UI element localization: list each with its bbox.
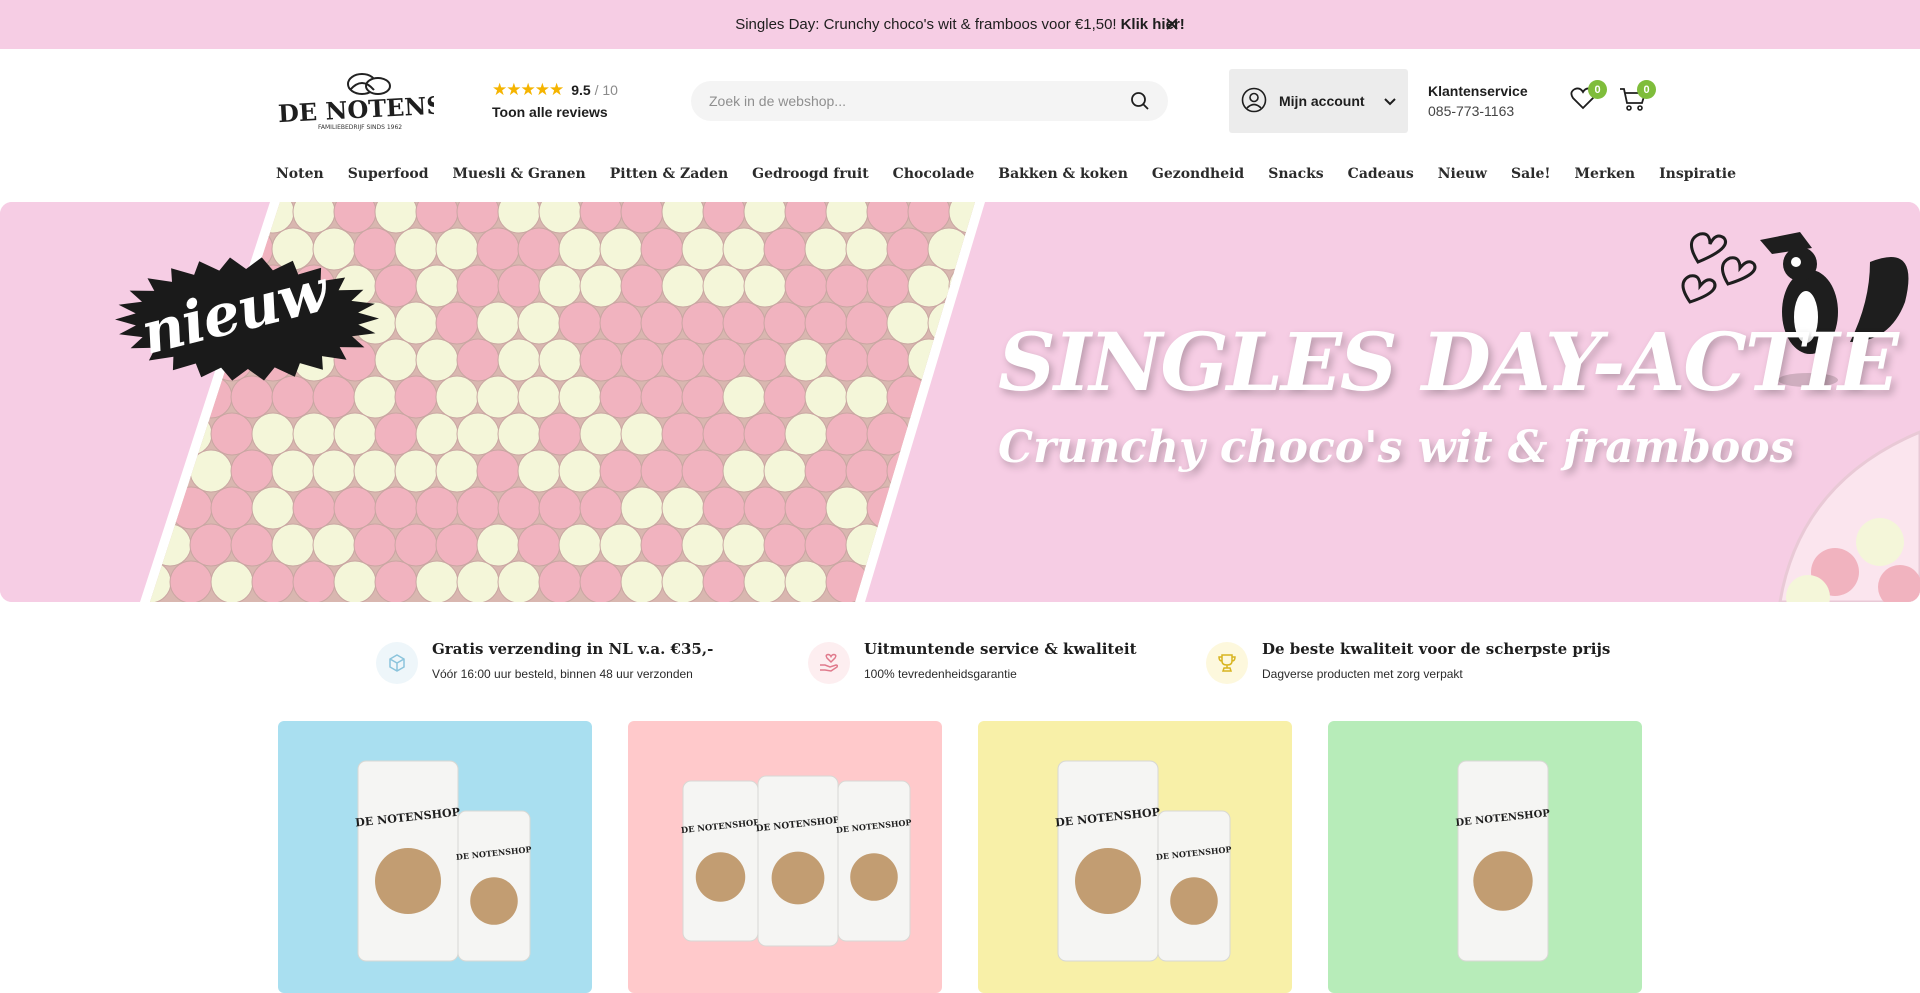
site-logo[interactable]: DE NOTENSHOP FAMILIEBEDRIJF SINDS 1962 [276, 70, 506, 132]
logo-tagline: FAMILIEBEDRIJF SINDS 1962 [318, 124, 402, 131]
search-icon[interactable] [1130, 91, 1150, 111]
search-bar [691, 81, 1168, 121]
chevron-down-icon [1384, 93, 1396, 109]
nav-item-bakken-koken[interactable]: Bakken & koken [998, 166, 1128, 182]
nav-item-chocolade[interactable]: Chocolade [893, 166, 975, 182]
card-image: DE NOTENSHOPDE NOTENSHOP [978, 721, 1292, 993]
nav-item-sale[interactable]: Sale! [1511, 166, 1551, 182]
category-card[interactable]: DE NOTENSHOP DE NOTENSHOP [978, 721, 1292, 993]
announcement-message: Singles Day: Crunchy choco's wit & framb… [735, 16, 1185, 33]
cart-icon [1619, 88, 1647, 116]
card-image: DE NOTENSHOPDE NOTENSHOP [278, 721, 592, 993]
account-button[interactable]: Mijn account [1229, 69, 1408, 133]
usp-shipping: Gratis verzending in NL v.a. €35,- Vóór … [376, 640, 713, 684]
account-label: Mijn account [1279, 93, 1365, 109]
customer-service[interactable]: Klantenservice 085-773-1163 [1428, 81, 1528, 121]
search-input[interactable] [709, 93, 1130, 109]
nav-item-snacks[interactable]: Snacks [1268, 166, 1323, 182]
usp-service: Uitmuntende service & kwaliteit 100% tev… [808, 640, 1137, 684]
cart-button[interactable]: 0 [1619, 80, 1656, 116]
hero-subtitle: Crunchy choco's wit & framboos [998, 422, 1795, 473]
trophy-icon [1206, 642, 1248, 684]
card-image: DE NOTENSHOPDE NOTENSHOPDE NOTENSHOP [628, 721, 942, 993]
category-card[interactable]: DE NOTENSHOP DE NOTENSHOP [278, 721, 592, 993]
heart-icon [1570, 87, 1596, 114]
nav-item-gezondheid[interactable]: Gezondheid [1152, 166, 1244, 182]
nav-item-muesli-granen[interactable]: Muesli & Granen [453, 166, 586, 182]
nav-item-merken[interactable]: Merken [1575, 166, 1636, 182]
main-nav: Noten Superfood Muesli & Granen Pitten &… [276, 166, 1760, 182]
nav-item-superfood[interactable]: Superfood [348, 166, 429, 182]
announcement-bar: Singles Day: Crunchy choco's wit & framb… [0, 0, 1920, 49]
rating-widget: ★★★★★ 9.5 / 10 Toon alle reviews [492, 80, 618, 120]
usp-subtitle: Dagverse producten met zorg verpakt [1262, 667, 1463, 681]
card-image: DE NOTENSHOP [1328, 721, 1642, 993]
box-icon [376, 642, 418, 684]
wishlist-count-badge: 0 [1588, 80, 1607, 99]
close-icon[interactable] [1162, 14, 1182, 34]
wishlist-button[interactable]: 0 [1570, 80, 1607, 114]
star-rating-icon: ★★★★★ [492, 80, 564, 99]
announcement-text: Singles Day: Crunchy choco's wit & framb… [735, 16, 1117, 33]
nav-item-nieuw[interactable]: Nieuw [1438, 166, 1487, 182]
user-icon [1241, 87, 1267, 116]
nav-item-cadeaus[interactable]: Cadeaus [1348, 166, 1414, 182]
nav-item-pitten-zaden[interactable]: Pitten & Zaden [610, 166, 728, 182]
nav-item-inspiratie[interactable]: Inspiratie [1659, 166, 1736, 182]
heart-hand-icon [808, 642, 850, 684]
usp-title: Gratis verzending in NL v.a. €35,- [432, 640, 714, 658]
category-card[interactable]: DE NOTENSHOP DE NOTENSHOP DE NOTENSHOP [628, 721, 942, 993]
hero-title: SINGLES DAY-ACTIE [998, 315, 1899, 409]
nav-item-gedroogd-fruit[interactable]: Gedroogd fruit [752, 166, 869, 182]
category-card[interactable]: DE NOTENSHOP [1328, 721, 1642, 993]
usp-subtitle: Vóór 16:00 uur besteld, binnen 48 uur ve… [432, 667, 693, 681]
reviews-link[interactable]: Toon alle reviews [492, 104, 618, 120]
cart-count-badge: 0 [1637, 80, 1656, 99]
usp-title: Uitmuntende service & kwaliteit [864, 640, 1137, 658]
usp-subtitle: 100% tevredenheidsgarantie [864, 667, 1017, 681]
customer-service-title: Klantenservice [1428, 83, 1528, 99]
hero-banner[interactable]: nieuw SINGLES DAY-ACTIE Crunchy choco's … [0, 202, 1920, 602]
nav-item-noten[interactable]: Noten [276, 166, 324, 182]
usp-quality: De beste kwaliteit voor de scherpste pri… [1206, 640, 1610, 684]
usp-title: De beste kwaliteit voor de scherpste pri… [1262, 640, 1611, 658]
customer-service-phone[interactable]: 085-773-1163 [1428, 101, 1528, 121]
rating-score: 9.5 / 10 [571, 82, 618, 98]
